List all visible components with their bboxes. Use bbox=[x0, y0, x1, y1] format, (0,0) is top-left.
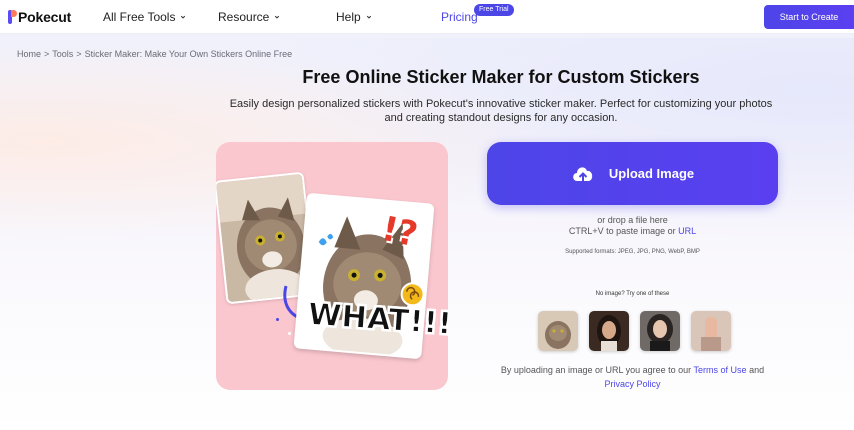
logo-mark-icon bbox=[8, 10, 17, 24]
free-trial-badge: Free Trial bbox=[474, 4, 514, 16]
nav-label: All Free Tools bbox=[103, 10, 176, 24]
nav-pricing[interactable]: Pricing bbox=[441, 10, 478, 24]
url-link[interactable]: URL bbox=[678, 226, 696, 236]
and-text: and bbox=[749, 365, 765, 375]
breadcrumb-separator: > bbox=[44, 49, 50, 59]
sample-image-hand[interactable] bbox=[691, 311, 731, 351]
supported-formats: Supported formats: JPEG, JPG, PNG, WebP,… bbox=[565, 249, 700, 255]
terms-notice: By uploading an image or URL you agree t… bbox=[487, 363, 778, 391]
nav-all-free-tools[interactable]: All Free Tools bbox=[103, 10, 186, 24]
nav-resource[interactable]: Resource bbox=[218, 10, 280, 24]
drop-hint: or drop a file here CTRL+V to paste imag… bbox=[487, 215, 778, 237]
upload-image-button[interactable]: Upload Image bbox=[487, 142, 778, 205]
sparkle-dot bbox=[276, 318, 279, 321]
chevron-down-icon bbox=[366, 15, 371, 19]
sample-images bbox=[538, 311, 731, 351]
top-navbar: Pokecut All Free Tools Resource Help Pri… bbox=[0, 0, 854, 34]
try-samples-label: No image? Try one of these bbox=[595, 291, 670, 297]
logo[interactable]: Pokecut bbox=[8, 8, 71, 26]
upload-label: Upload Image bbox=[608, 166, 695, 181]
drop-line: or drop a file here bbox=[597, 215, 668, 225]
sample-image-cat[interactable] bbox=[538, 311, 578, 351]
agree-text: By uploading an image or URL you agree t… bbox=[500, 365, 692, 375]
privacy-policy-link[interactable]: Privacy Policy bbox=[604, 379, 660, 389]
breadcrumb: Home > Tools > Sticker Maker: Make Your … bbox=[17, 49, 292, 59]
start-to-create-button[interactable]: Start to Create bbox=[764, 5, 854, 29]
sample-image-woman[interactable] bbox=[589, 311, 629, 351]
breadcrumb-tools[interactable]: Tools bbox=[52, 49, 73, 59]
cloud-upload-icon bbox=[573, 166, 593, 184]
breadcrumb-current: Sticker Maker: Make Your Own Stickers On… bbox=[84, 49, 293, 59]
breadcrumb-separator: > bbox=[76, 49, 82, 59]
breadcrumb-home[interactable]: Home bbox=[17, 49, 41, 59]
sample-image-portrait[interactable] bbox=[640, 311, 680, 351]
nav-label: Resource bbox=[218, 10, 270, 24]
chevron-down-icon bbox=[275, 15, 280, 19]
page-subtitle: Easily design personalized stickers with… bbox=[229, 98, 773, 124]
nav-label: Help bbox=[336, 10, 361, 24]
logo-text: Pokecut bbox=[18, 9, 72, 25]
sticker-example-illustration: !? WHAT!!! bbox=[216, 142, 448, 390]
page-title: Free Online Sticker Maker for Custom Sti… bbox=[302, 67, 700, 87]
terms-of-use-link[interactable]: Terms of Use bbox=[694, 365, 747, 375]
sparkle-dot bbox=[288, 332, 291, 335]
paste-hint: CTRL+V to paste image or bbox=[568, 226, 676, 236]
nav-label: Pricing bbox=[441, 10, 478, 24]
nav-help[interactable]: Help bbox=[336, 10, 372, 24]
chevron-down-icon bbox=[181, 15, 186, 19]
